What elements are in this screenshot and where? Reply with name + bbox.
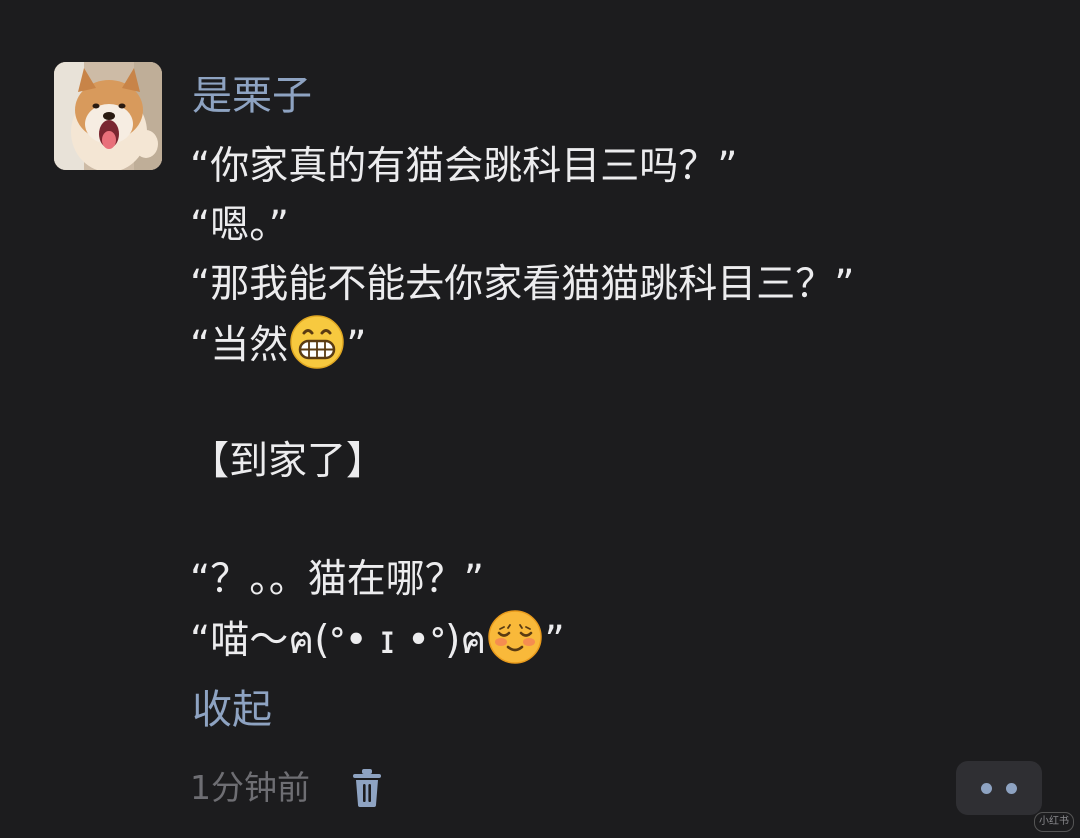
avatar[interactable]: [54, 62, 162, 170]
collapse-button[interactable]: 收起: [192, 682, 272, 738]
comment-line: “那我能不能去你家看猫猫跳科目三？”: [190, 262, 855, 307]
more-options-button[interactable]: [956, 761, 1042, 815]
comment-line: “当然 ”: [190, 314, 1050, 373]
timestamp: 1分钟前: [190, 768, 310, 807]
comment-line: 【到家了】: [190, 439, 386, 484]
comment-line: “？。。猫在哪？”: [190, 557, 484, 602]
comment-line: “喵～ฅ(ᐤ• ɪ •ᐤ)ฅ ”: [190, 609, 1050, 668]
more-dots-icon: [1006, 782, 1017, 794]
comment-text: “当然: [190, 323, 289, 368]
more-dots-icon: [981, 782, 992, 794]
username[interactable]: 是栗子: [192, 68, 312, 124]
comment-text: ”: [544, 618, 565, 663]
grinning-face-emoji-icon: [289, 314, 345, 370]
relieved-smiling-face-emoji-icon: [487, 609, 543, 665]
trash-icon[interactable]: [350, 768, 384, 808]
shiba-dog-avatar-icon: [54, 62, 162, 170]
comment-text: ”: [346, 323, 367, 368]
comment-line: “嗯。”: [190, 203, 289, 248]
comment-line: “你家真的有猫会跳科目三吗？”: [190, 144, 738, 189]
watermark: 小红书: [1034, 812, 1074, 832]
comment-body: “你家真的有猫会跳科目三吗？” “嗯。” “那我能不能去你家看猫猫跳科目三？” …: [190, 137, 1050, 668]
comment-text: “喵～ฅ(ᐤ• ɪ •ᐤ)ฅ: [190, 618, 487, 663]
